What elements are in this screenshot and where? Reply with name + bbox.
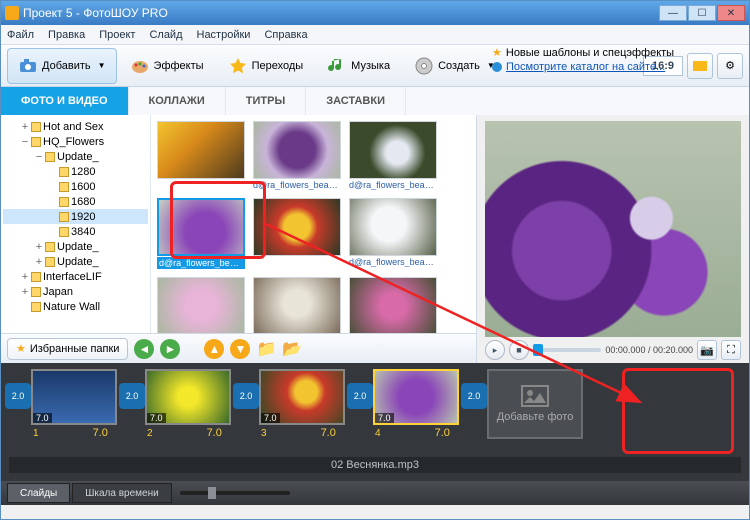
tab-titles[interactable]: ТИТРЫ bbox=[226, 87, 306, 115]
disc-icon bbox=[414, 56, 434, 76]
tree-node[interactable]: +InterfaceLIF bbox=[3, 269, 148, 284]
palette-icon bbox=[130, 56, 150, 76]
app-icon bbox=[5, 6, 19, 20]
menu-file[interactable]: Файл bbox=[7, 29, 34, 41]
preview-pane: ▸ ■ 00:00.000 / 00:20.000 📷 ⛶ bbox=[477, 115, 749, 363]
snapshot-button[interactable]: 📷 bbox=[697, 340, 717, 360]
promo-link[interactable]: Посмотрите каталог на сайте... bbox=[506, 60, 665, 74]
timeline-clip[interactable]: 7.027.0 bbox=[145, 369, 231, 425]
tab-collage[interactable]: КОЛЛАЖИ bbox=[129, 87, 226, 115]
add-photo-slot[interactable]: Добавьте фото bbox=[487, 369, 583, 439]
menu-settings[interactable]: Настройки bbox=[197, 29, 251, 41]
tree-node[interactable]: +Japan bbox=[3, 284, 148, 299]
favorite-folders-button[interactable]: ★ Избранные папки bbox=[7, 338, 128, 360]
folder-new-icon[interactable]: 📁 bbox=[256, 339, 276, 359]
timeline-clip[interactable]: 7.037.0 bbox=[259, 369, 345, 425]
star-icon: ★ bbox=[16, 342, 26, 355]
audio-track[interactable]: 02 Веснянка.mp3 bbox=[9, 457, 741, 473]
globe-icon bbox=[492, 62, 502, 72]
transition-chip[interactable]: 2.0 bbox=[5, 383, 31, 409]
star-icon bbox=[228, 56, 248, 76]
window-title: Проект 5 - ФотоШОУ PRO bbox=[23, 6, 659, 20]
display-mode-button[interactable] bbox=[687, 53, 713, 79]
thumbnail[interactable] bbox=[157, 277, 245, 333]
zoom-slider[interactable] bbox=[180, 491, 290, 495]
nav-up-button[interactable]: ▲ bbox=[204, 339, 224, 359]
menu-help[interactable]: Справка bbox=[264, 29, 307, 41]
nav-forward-button[interactable]: ► bbox=[160, 339, 180, 359]
add-button[interactable]: Добавить▼ bbox=[7, 48, 117, 84]
promo-banner: ★Новые шаблоны и спецэффекты Посмотрите … bbox=[492, 46, 674, 74]
maximize-button[interactable]: ☐ bbox=[688, 5, 716, 21]
settings-button[interactable]: ⚙ bbox=[717, 53, 743, 79]
tree-node[interactable]: +Update_ bbox=[3, 239, 148, 254]
timecode: 00:00.000 / 00:20.000 bbox=[605, 345, 693, 355]
tree-node[interactable]: −Update_ bbox=[3, 149, 148, 164]
favorites-bar: ★ Избранные папки ◄ ► ▲ ▼ 📁 📂 bbox=[1, 333, 476, 363]
tree-node[interactable]: 1600 bbox=[3, 179, 148, 194]
music-button[interactable]: Музыка bbox=[316, 48, 401, 84]
menu-slide[interactable]: Слайд bbox=[149, 29, 182, 41]
transitions-button[interactable]: Переходы bbox=[217, 48, 315, 84]
fullscreen-button[interactable]: ⛶ bbox=[721, 340, 741, 360]
create-button[interactable]: Создать▼ bbox=[403, 48, 506, 84]
tab-photo-video[interactable]: ФОТО И ВИДЕО bbox=[1, 87, 129, 115]
thumbnail-grid: d@ra_flowers_beauty (33d@ra_flowers_beau… bbox=[151, 115, 476, 333]
tree-node[interactable]: +Update_ bbox=[3, 254, 148, 269]
tree-node[interactable]: 1680 bbox=[3, 194, 148, 209]
folder-open-icon[interactable]: 📂 bbox=[282, 339, 302, 359]
transition-chip[interactable]: 2.0 bbox=[119, 383, 145, 409]
nav-back-button[interactable]: ◄ bbox=[134, 339, 154, 359]
music-icon bbox=[327, 56, 347, 76]
view-slides-tab[interactable]: Слайды bbox=[7, 483, 70, 503]
thumbnail[interactable] bbox=[253, 277, 341, 333]
nav-down-button[interactable]: ▼ bbox=[230, 339, 250, 359]
thumbnail[interactable] bbox=[253, 198, 341, 269]
stop-button[interactable]: ■ bbox=[509, 340, 529, 360]
transition-chip[interactable]: 2.0 bbox=[461, 383, 487, 409]
menu-project[interactable]: Проект bbox=[99, 29, 135, 41]
view-timeline-tab[interactable]: Шкала времени bbox=[72, 483, 171, 503]
menu-edit[interactable]: Правка bbox=[48, 29, 85, 41]
play-button[interactable]: ▸ bbox=[485, 340, 505, 360]
footer: Слайды Шкала времени bbox=[1, 481, 749, 505]
timeline-clip[interactable]: 7.017.0 bbox=[31, 369, 117, 425]
tree-node[interactable]: 1920 bbox=[3, 209, 148, 224]
thumbnail[interactable]: d@ra_flowers_beauty (46.. bbox=[157, 198, 245, 269]
star-icon: ★ bbox=[492, 46, 502, 60]
menubar: Файл Правка Проект Слайд Настройки Справ… bbox=[1, 25, 749, 45]
titlebar: Проект 5 - ФотоШОУ PRO — ☐ ✕ bbox=[1, 1, 749, 25]
transition-chip[interactable]: 2.0 bbox=[347, 383, 373, 409]
preview-canvas bbox=[485, 121, 741, 337]
seek-slider[interactable] bbox=[533, 348, 601, 352]
category-tabs: ФОТО И ВИДЕО КОЛЛАЖИ ТИТРЫ ЗАСТАВКИ bbox=[1, 87, 749, 115]
close-button[interactable]: ✕ bbox=[717, 5, 745, 21]
effects-button[interactable]: Эффекты bbox=[119, 48, 215, 84]
tree-node[interactable]: −HQ_Flowers bbox=[3, 134, 148, 149]
tree-node[interactable]: Nature Wall bbox=[3, 299, 148, 314]
minimize-button[interactable]: — bbox=[659, 5, 687, 21]
timeline-clip[interactable]: 7.047.0 bbox=[373, 369, 459, 425]
thumbnail[interactable]: d@ra_flowers_beauty (45 bbox=[349, 121, 437, 190]
tree-node[interactable]: 1280 bbox=[3, 164, 148, 179]
thumbnail[interactable]: d@ra_flowers_beauty (33 bbox=[253, 121, 341, 190]
folder-tree[interactable]: +Hot and Sex−HQ_Flowers−Update_128016001… bbox=[1, 115, 151, 333]
tree-node[interactable]: 3840 bbox=[3, 224, 148, 239]
thumbnail[interactable] bbox=[349, 277, 437, 333]
player-controls: ▸ ■ 00:00.000 / 00:20.000 📷 ⛶ bbox=[485, 337, 741, 363]
gear-icon: ⚙ bbox=[725, 59, 735, 72]
thumbnail[interactable] bbox=[157, 121, 245, 190]
timeline: 2.07.017.02.07.027.02.07.037.02.07.047.0… bbox=[1, 363, 749, 481]
transition-chip[interactable]: 2.0 bbox=[233, 383, 259, 409]
tab-splash[interactable]: ЗАСТАВКИ bbox=[306, 87, 406, 115]
tree-node[interactable]: +Hot and Sex bbox=[3, 119, 148, 134]
thumbnail[interactable]: d@ra_flowers_beauty (47 bbox=[349, 198, 437, 269]
camera-icon bbox=[18, 56, 38, 76]
